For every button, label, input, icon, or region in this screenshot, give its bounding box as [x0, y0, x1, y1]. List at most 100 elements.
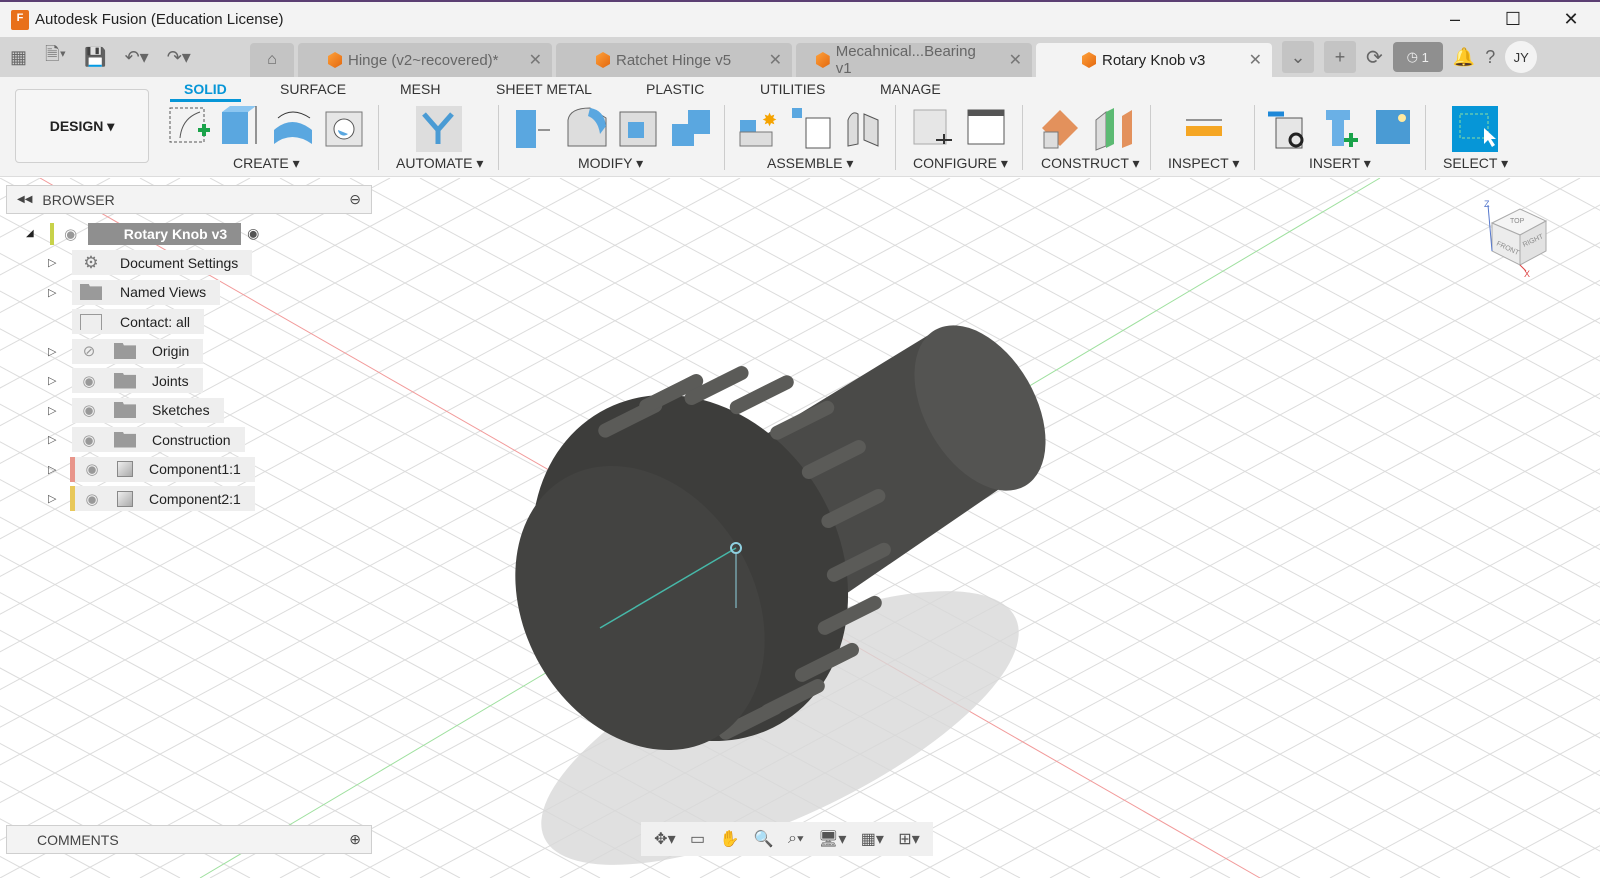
new-tab-button[interactable]: + [1324, 41, 1356, 73]
select-icon[interactable] [1452, 106, 1498, 152]
notifications-icon[interactable]: 🔔 [1453, 47, 1475, 68]
orbit-icon[interactable]: ✥▾ [654, 829, 675, 849]
automate-icon[interactable] [416, 106, 462, 152]
tab-solid[interactable]: SOLID [170, 81, 241, 102]
browser-item[interactable]: ▷ ⚙ Document Settings [0, 250, 253, 275]
shell-icon[interactable] [619, 111, 657, 147]
create-sketch-icon[interactable] [169, 107, 210, 143]
minimize-panel-icon[interactable]: ⊖ [349, 191, 361, 208]
configure-icon[interactable] [913, 109, 952, 145]
rotary-knob-model[interactable] [0, 178, 1600, 878]
redo-icon[interactable]: ↷▾ [167, 47, 191, 68]
browser-item[interactable]: ▷ Named Views [0, 279, 221, 305]
measure-icon[interactable] [1186, 119, 1222, 136]
tab-rotary-knob[interactable]: Rotary Knob v3 ✕ [1036, 43, 1272, 77]
hole-icon[interactable] [325, 111, 363, 147]
pan-icon[interactable]: ✋ [719, 829, 739, 849]
visibility-eye-icon[interactable]: ◉ [60, 225, 82, 243]
tab-list-button[interactable]: ⌄ [1282, 41, 1314, 73]
viewports-icon[interactable]: ⊞▾ [898, 829, 919, 849]
visibility-eye-icon[interactable]: ◉ [81, 490, 103, 508]
tab-utilities[interactable]: UTILITIES [760, 81, 825, 97]
expand-triangle-icon[interactable]: ▷ [48, 433, 56, 446]
insert-mcmaster-icon[interactable] [1326, 110, 1358, 147]
hidden-eye-icon[interactable]: ⊘ [78, 342, 100, 360]
extrude-icon[interactable] [222, 106, 257, 144]
offset-plane-icon[interactable] [1042, 110, 1078, 149]
job-status-button[interactable]: ◷ 1 [1392, 42, 1443, 72]
expand-triangle-icon[interactable]: ▷ [48, 286, 56, 299]
midplane-icon[interactable] [1095, 108, 1132, 151]
joint-icon[interactable] [847, 112, 879, 147]
expand-triangle-icon[interactable]: ▷ [48, 463, 56, 476]
tab-hinge[interactable]: Hinge (v2~recovered)* ✕ [298, 43, 552, 77]
close-tab-icon[interactable]: ✕ [993, 50, 1022, 70]
press-pull-icon[interactable] [516, 110, 550, 148]
construct-menu[interactable]: CONSTRUCT ▾ [1041, 155, 1140, 172]
configuration-table-icon[interactable] [967, 109, 1005, 145]
configure-menu[interactable]: CONFIGURE ▾ [913, 155, 1008, 172]
visibility-eye-icon[interactable]: ◉ [78, 401, 100, 419]
bill-of-materials-icon[interactable] [792, 108, 831, 149]
maximize-button[interactable]: ☐ [1484, 2, 1542, 37]
offline-icon[interactable]: ⟳ [1366, 45, 1383, 70]
activate-radio-icon[interactable]: ◉ [247, 225, 259, 242]
visibility-eye-icon[interactable]: ◉ [78, 372, 100, 390]
grid-settings-icon[interactable]: ▦▾ [861, 829, 884, 849]
insert-canvas-icon[interactable] [1376, 110, 1410, 144]
expand-triangle-icon[interactable]: ▷ [48, 404, 56, 417]
root-component-label[interactable]: Rotary Knob v3 [87, 222, 242, 245]
new-component-icon[interactable]: ✸ [739, 110, 777, 147]
tab-manage[interactable]: MANAGE [880, 81, 941, 97]
expand-triangle-icon[interactable]: ▷ [48, 256, 56, 269]
fit-icon[interactable]: ⌕▾ [788, 830, 804, 848]
expand-triangle-icon[interactable]: ▷ [48, 492, 56, 505]
close-tab-icon[interactable]: ✕ [513, 50, 542, 70]
revolve-icon[interactable] [274, 111, 312, 144]
insert-menu[interactable]: INSERT ▾ [1309, 155, 1371, 172]
file-menu-icon[interactable]: 🗎▾ [45, 42, 66, 72]
tab-mechanical-bearing[interactable]: Mecahnical...Bearing v1 ✕ [796, 43, 1032, 77]
tab-plastic[interactable]: PLASTIC [646, 81, 704, 97]
browser-item[interactable]: ▷ ◉ Sketches [0, 397, 224, 423]
display-settings-icon[interactable]: 🖥▾ [818, 829, 846, 849]
modify-menu[interactable]: MODIFY ▾ [578, 155, 643, 172]
browser-item[interactable]: ▷ ◉ Component1:1 [0, 456, 255, 482]
tab-sheet-metal[interactable]: SHEET METAL [496, 81, 592, 97]
3d-viewport[interactable] [0, 178, 1600, 878]
visibility-eye-icon[interactable]: ◉ [81, 460, 103, 478]
insert-derive-icon[interactable] [1268, 111, 1304, 149]
browser-item[interactable]: ▷ ⊘ Origin [0, 338, 204, 364]
browser-root[interactable]: ◢ ◉ Rotary Knob v3 ◉ [26, 221, 259, 246]
combine-icon[interactable] [672, 110, 710, 146]
undo-icon[interactable]: ↶▾ [125, 47, 149, 68]
tab-ratchet-hinge[interactable]: Ratchet Hinge v5 ✕ [556, 43, 792, 77]
viewcube-top[interactable]: TOP [1510, 218, 1525, 225]
home-button[interactable]: ⌂ [250, 43, 294, 77]
add-comment-icon[interactable]: ⊕ [349, 831, 361, 848]
viewcube[interactable]: TOP FRONT RIGHT Z X [1470, 195, 1560, 285]
user-avatar[interactable]: JY [1505, 41, 1538, 73]
expand-triangle-icon[interactable]: ▷ [48, 374, 56, 387]
select-menu[interactable]: SELECT ▾ [1443, 155, 1508, 172]
create-menu[interactable]: CREATE ▾ [233, 155, 300, 172]
assemble-menu[interactable]: ASSEMBLE ▾ [767, 155, 853, 172]
help-icon[interactable]: ? [1485, 47, 1495, 68]
close-tab-icon[interactable]: ✕ [1233, 50, 1262, 70]
collapse-triangle-icon[interactable]: ◢ [26, 228, 34, 239]
automate-menu[interactable]: AUTOMATE ▾ [396, 155, 483, 172]
save-icon[interactable]: 💾 [84, 47, 106, 68]
browser-item[interactable]: ▷ ◉ Joints [0, 368, 203, 393]
close-tab-icon[interactable]: ✕ [753, 50, 782, 70]
visibility-eye-icon[interactable]: ◉ [78, 431, 100, 449]
inspect-menu[interactable]: INSPECT ▾ [1168, 155, 1239, 172]
collapse-browser-icon[interactable]: ◀◀ [17, 194, 32, 205]
zoom-icon[interactable]: 🔍 [754, 829, 774, 849]
app-grid-icon[interactable]: ▦ [10, 47, 27, 68]
browser-item[interactable]: ▷ ◉ Component2:1 [0, 486, 255, 511]
fillet-icon[interactable] [567, 107, 607, 147]
tab-mesh[interactable]: MESH [400, 81, 440, 97]
expand-triangle-icon[interactable]: ▷ [48, 345, 56, 358]
browser-item[interactable]: ▷ ◉ Construction [0, 427, 245, 452]
minimize-button[interactable]: – [1426, 2, 1484, 37]
